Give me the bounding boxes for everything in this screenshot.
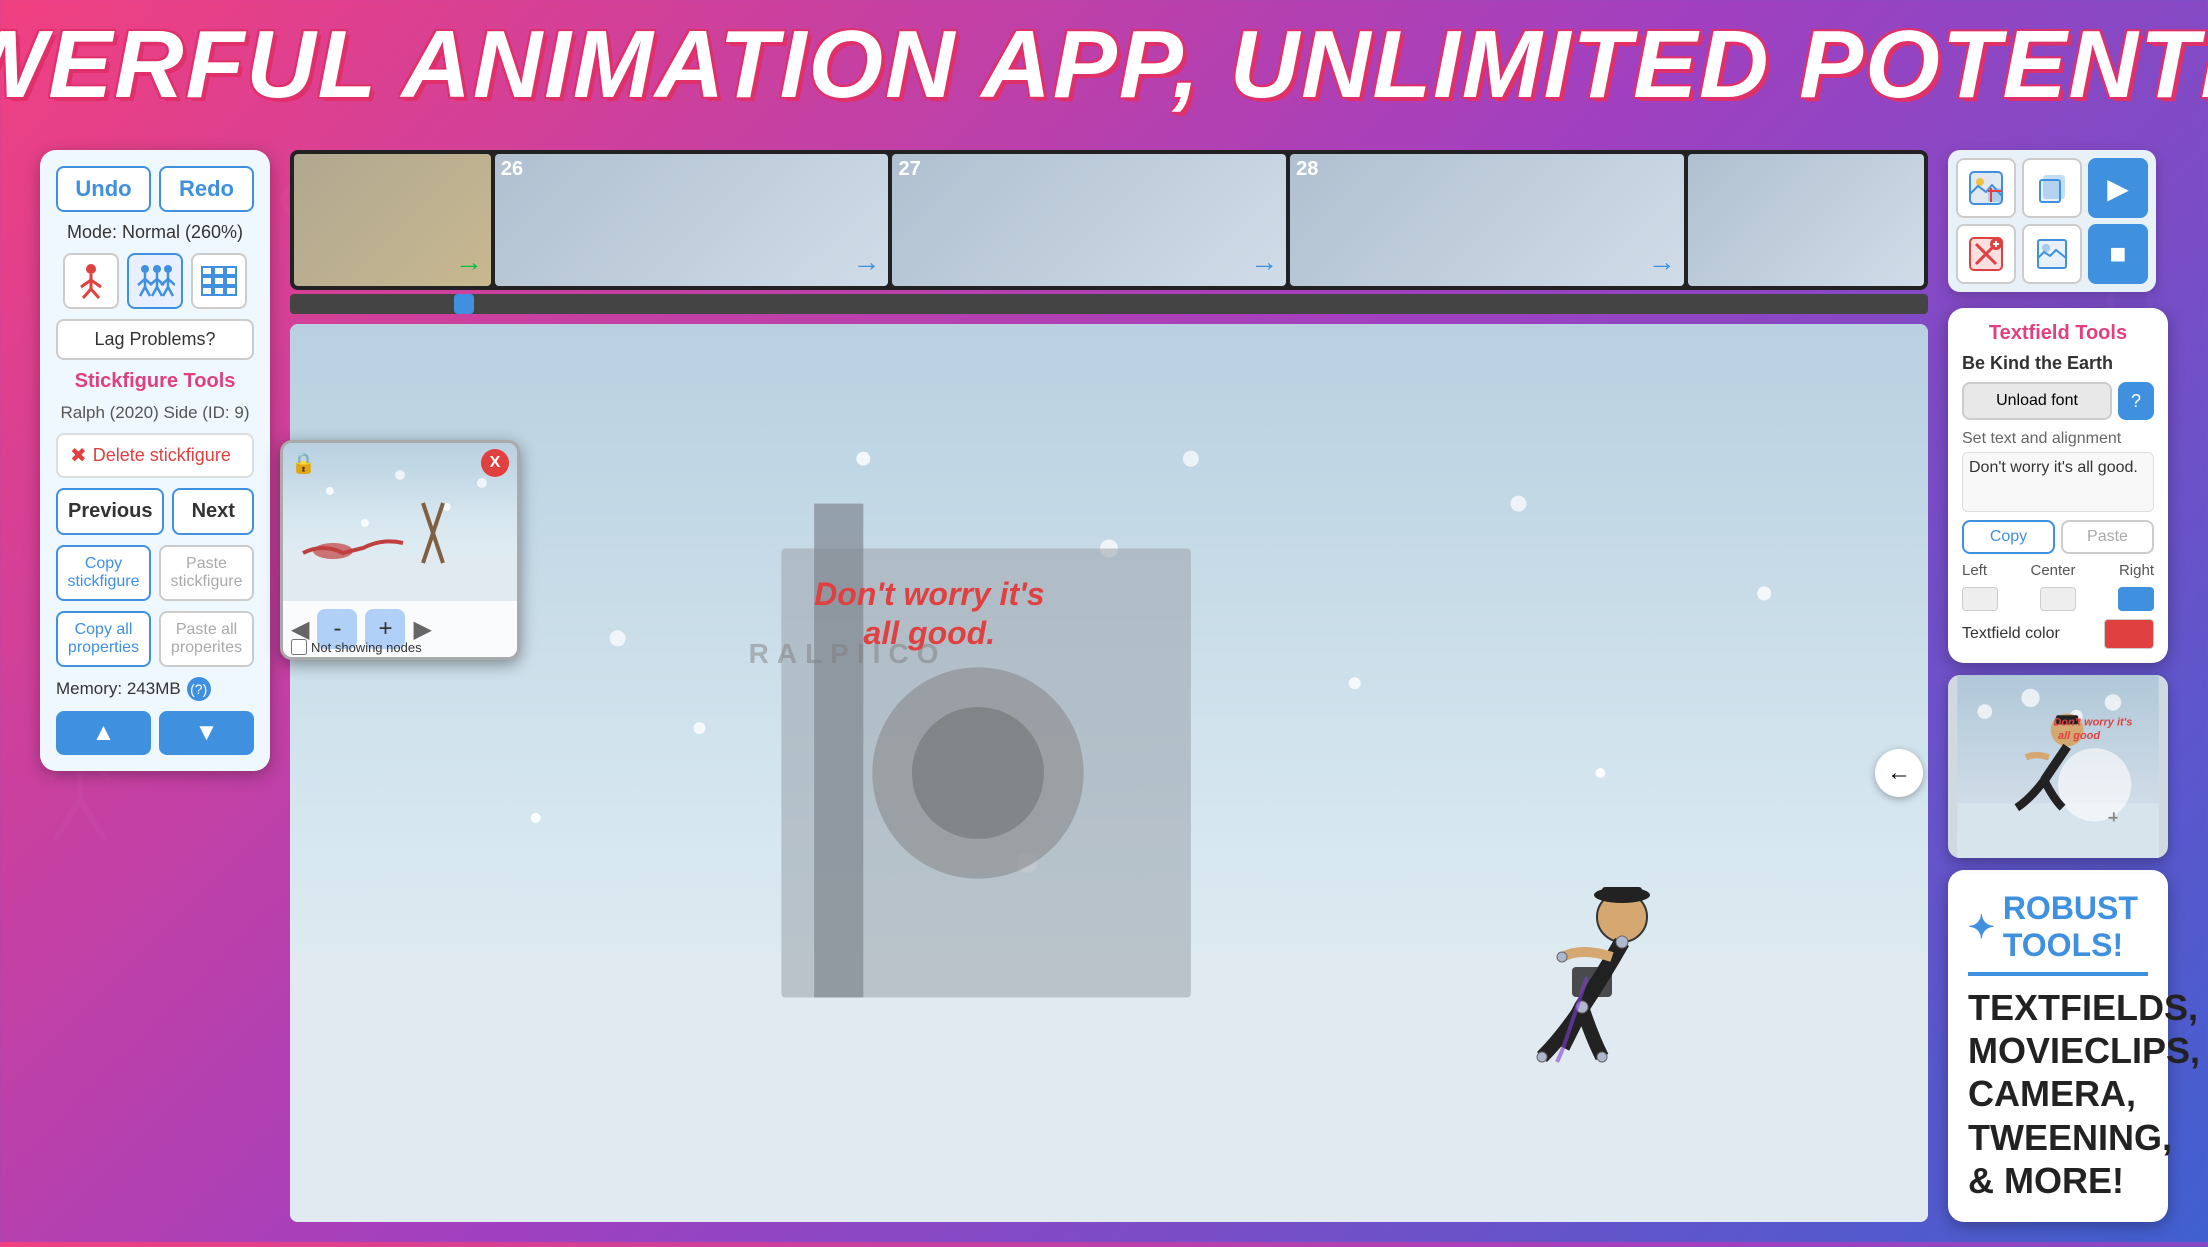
unload-font-row: Unload font ?	[1962, 382, 2154, 420]
canvas-text-overlay: Don't worry it'sall good.	[814, 575, 1044, 652]
stickfig-id: Ralph (2020) Side (ID: 9)	[56, 403, 254, 423]
robust-divider	[1968, 972, 2148, 976]
filmstrip-frame-27[interactable]: 27 →	[892, 154, 1286, 286]
svg-text:all good: all good	[2058, 730, 2100, 742]
memory-row: Memory: 243MB (?)	[56, 677, 254, 701]
copy-paste-row: Copy stickfigure Paste stickfigure	[56, 545, 254, 601]
filmstrip-frame-28[interactable]: 28 →	[1290, 154, 1684, 286]
tf-align-row: Left Center Right	[1962, 562, 2154, 579]
right-preview: Don't worry it's all good	[1948, 675, 2168, 858]
lock-icon: 🔒	[291, 451, 316, 476]
top-banner: POWERFUL ANIMATION APP, UNLIMITED POTENT…	[0, 0, 2208, 130]
not-showing-nodes-checkbox[interactable]	[291, 639, 307, 655]
popup-checkbox-label: Not showing nodes	[311, 640, 422, 655]
toolbar-copy-button[interactable]	[2022, 158, 2082, 218]
filmstrip: → 26 → 27 → 28 →	[290, 150, 1928, 290]
align-right-dot[interactable]	[2118, 587, 2154, 611]
delete-stickfigure-button[interactable]: ✖ Delete stickfigure	[56, 433, 254, 478]
single-figure-tool[interactable]	[63, 253, 119, 309]
paste-stickfigure-button[interactable]: Paste stickfigure	[159, 545, 254, 601]
up-down-row: ▲ ▼	[56, 711, 254, 755]
top-toolbar: ▶	[1948, 150, 2168, 292]
frame-arrow-26: →	[852, 246, 880, 278]
popup-close-button[interactable]: X	[481, 449, 509, 477]
frame-num-27: 27	[898, 158, 920, 181]
copy-stickfigure-button[interactable]: Copy stickfigure	[56, 545, 151, 601]
canvas-area[interactable]: RALPIICO Don't worry it'sall good.	[290, 324, 1928, 1222]
toolbar-remove-button[interactable]	[1956, 224, 2016, 284]
robust-tools-title: ✦ ROBUST TOOLS!	[1968, 890, 2148, 964]
move-up-button[interactable]: ▲	[56, 711, 151, 755]
align-right-label: Right	[2119, 562, 2154, 579]
paste-all-properties-button[interactable]: Paste all properites	[159, 611, 254, 667]
filmstrip-frame-26[interactable]: 26 →	[495, 154, 889, 286]
align-center-dot[interactable]	[2040, 587, 2076, 611]
copy-all-properties-button[interactable]: Copy all properties	[56, 611, 151, 667]
toolbar-image-button[interactable]	[1956, 158, 2016, 218]
set-text-label: Set text and alignment	[1962, 430, 2154, 448]
robust-tools-panel: ✦ ROBUST TOOLS! TEXTFIELDS, MOVIECLIPS, …	[1948, 870, 2168, 1222]
frame-num-26: 26	[501, 158, 523, 181]
undo-redo-row: Undo Redo	[56, 166, 254, 212]
next-button[interactable]: Next	[172, 488, 254, 535]
toolbar-play-button[interactable]: ▶	[2088, 158, 2148, 218]
delete-x-icon: ✖	[70, 443, 87, 468]
align-center-label: Center	[2030, 562, 2075, 579]
memory-text: Memory: 243MB	[56, 679, 181, 699]
back-arrow-button[interactable]: ←	[1875, 749, 1923, 797]
align-left-label: Left	[1962, 562, 1987, 579]
right-panel: ▶	[1948, 150, 2168, 1222]
tf-copy-paste-row: Copy Paste	[1962, 520, 2154, 554]
canvas-background: RALPIICO Don't worry it'sall good.	[290, 324, 1928, 1222]
textfield-tools-panel: Textfield Tools Be Kind the Earth Unload…	[1948, 308, 2168, 663]
tf-copy-button[interactable]: Copy	[1962, 520, 2055, 554]
popup-checkbox-row: Not showing nodes	[291, 639, 422, 655]
copy-all-row: Copy all properties Paste all properites	[56, 611, 254, 667]
tf-align-dot-row	[1962, 587, 2154, 611]
svg-text:Don't worry it's: Don't worry it's	[2053, 716, 2132, 728]
textfield-color-swatch[interactable]	[2104, 619, 2154, 649]
prev-next-row: Previous Next	[56, 488, 254, 535]
unload-font-button[interactable]: Unload font	[1962, 382, 2112, 420]
popup-mini-canvas: 🔒 X ◀ - + ▶	[280, 440, 520, 660]
previous-button[interactable]: Previous	[56, 488, 164, 535]
center-area: → 26 → 27 → 28 →	[290, 150, 1928, 1222]
banner-text: POWERFUL ANIMATION APP, UNLIMITED POTENT…	[0, 10, 2208, 120]
filmstrip-frame-last[interactable]	[1688, 154, 1924, 286]
multi-figure-tool[interactable]	[127, 253, 183, 309]
main-content: Undo Redo Mode: Normal (260%)	[0, 130, 2208, 1242]
move-down-button[interactable]: ▼	[159, 711, 254, 755]
frame-arrow-28: →	[1648, 246, 1676, 278]
undo-button[interactable]: Undo	[56, 166, 151, 212]
text-content-area[interactable]: Don't worry it's all good.	[1962, 452, 2154, 512]
toolbar-stop-button[interactable]: ■	[2088, 224, 2148, 284]
robust-description: TEXTFIELDS, MOVIECLIPS, CAMERA, TWEENING…	[1968, 986, 2148, 1202]
frame-num-28: 28	[1296, 158, 1318, 181]
lag-problems-button[interactable]: Lag Problems?	[56, 319, 254, 360]
toolbar-page-button[interactable]	[2022, 224, 2082, 284]
grid-tool[interactable]	[191, 253, 247, 309]
frame-arrow-27: →	[1250, 246, 1278, 278]
frame-arrow-0: →	[455, 246, 483, 278]
font-question-button[interactable]: ?	[2118, 382, 2154, 420]
filmstrip-frame-0[interactable]: →	[294, 154, 491, 286]
tool-icons-row	[56, 253, 254, 309]
mode-text: Mode: Normal (260%)	[56, 222, 254, 243]
redo-button[interactable]: Redo	[159, 166, 254, 212]
textfield-tools-title: Textfield Tools	[1962, 322, 2154, 345]
align-left-dot[interactable]	[1962, 587, 1998, 611]
font-name: Be Kind the Earth	[1962, 353, 2154, 374]
tf-paste-button[interactable]: Paste	[2061, 520, 2154, 554]
memory-help-button[interactable]: (?)	[187, 677, 211, 701]
stickfig-tools-title: Stickfigure Tools	[56, 370, 254, 393]
textfield-color-label: Textfield color	[1962, 625, 2060, 643]
tf-color-row: Textfield color	[1962, 619, 2154, 649]
robust-icon: ✦	[1968, 908, 1995, 946]
left-panel: Undo Redo Mode: Normal (260%)	[40, 150, 270, 771]
